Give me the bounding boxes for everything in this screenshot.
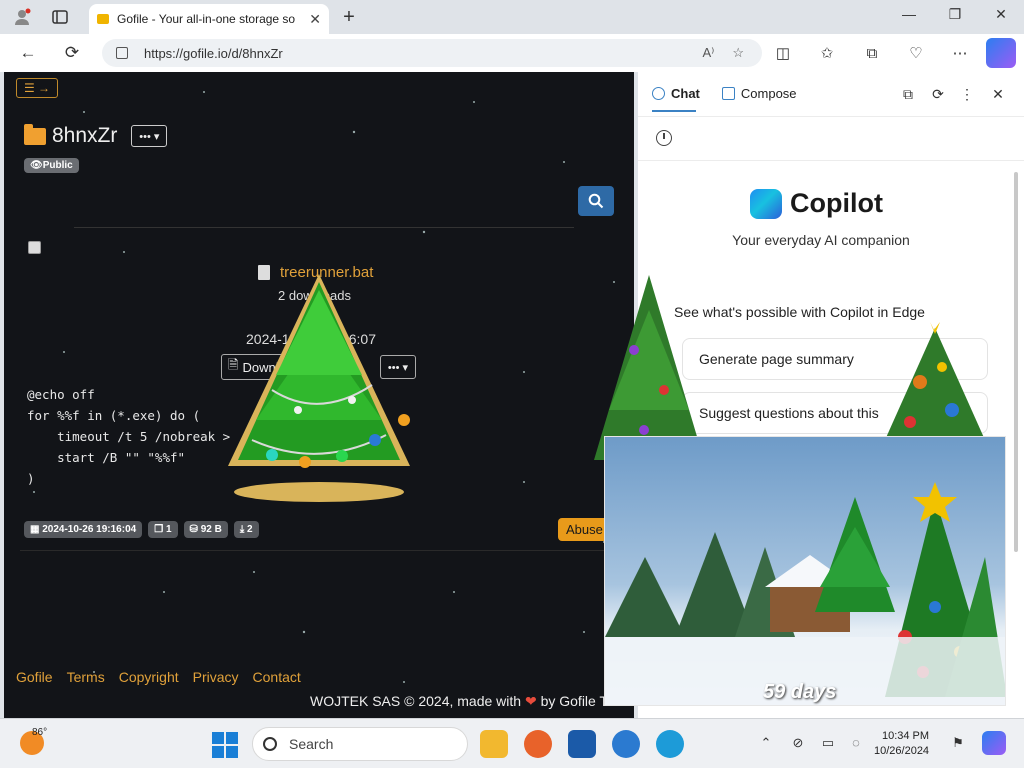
notification-icon[interactable]: ⚑ — [948, 735, 968, 751]
gofile-favicon — [97, 14, 109, 24]
days-countdown: 59 days — [763, 681, 837, 703]
read-aloud-icon[interactable]: A⁾ — [702, 45, 714, 61]
minimize-icon[interactable]: — — [895, 6, 923, 22]
meta-date-badge: ▦ 2024-10-26 19:16:04 — [24, 521, 143, 538]
card-border — [20, 550, 620, 551]
divider — [74, 227, 574, 228]
compose-icon — [721, 87, 735, 100]
settings-more-icon[interactable]: ⋯ — [949, 43, 971, 63]
open-in-new-icon[interactable]: ⧉ — [898, 86, 918, 103]
display-icon[interactable]: ▭ — [818, 735, 838, 751]
new-tab-icon[interactable]: + — [337, 6, 361, 28]
tab-actions-icon[interactable] — [48, 6, 72, 28]
code-line: ) — [27, 471, 35, 486]
footer-links: Gofile Terms Copyright Privacy Contact — [16, 669, 301, 685]
copilot-tabs: Chat Compose — [652, 86, 797, 101]
close-window-icon[interactable]: ✕ — [987, 6, 1015, 23]
file-explorer-icon[interactable] — [480, 730, 508, 758]
heart-icon: ❤ — [524, 693, 537, 709]
copilot-title: Copilot — [790, 188, 883, 218]
select-all-checkbox[interactable] — [28, 241, 41, 254]
tab-chat[interactable]: Chat — [652, 86, 700, 101]
folder-icon — [24, 123, 46, 145]
footer-link-privacy[interactable]: Privacy — [193, 669, 239, 685]
edge-icon[interactable] — [656, 730, 684, 758]
sidebar-toggle-button[interactable]: ☰ → — [16, 78, 58, 98]
folder-meta-row: ▦ 2024-10-26 19:16:04 ❐ 1 ⛁ 92 B ⤓ 2 — [24, 521, 259, 538]
meta-files-badge: ❐ 1 — [148, 521, 178, 538]
collections-icon[interactable]: ⧉ — [861, 43, 883, 63]
url-field[interactable]: https://gofile.io/d/8hnxZr A⁾ ☆ — [102, 39, 762, 67]
volume-icon[interactable]: ◌ — [846, 735, 866, 750]
code-line: for %%f in (*.exe) do ( — [27, 408, 201, 423]
tab-gofile[interactable]: Gofile - Your all-in-one storage so ✕ — [89, 4, 329, 34]
restore-icon[interactable]: ❐ — [941, 6, 969, 23]
copilot-taskbar-icon[interactable] — [982, 731, 1006, 755]
panel-more-icon[interactable]: ⋮ — [957, 86, 977, 103]
code-line: start /B "" "%%f" — [27, 450, 186, 465]
panel-close-icon[interactable]: ✕ — [988, 86, 1008, 103]
christmas-tree-decoration-right — [885, 322, 985, 440]
copyright-text: WOJTEK SAS © 2024, made with ❤ by Gofile… — [310, 693, 634, 709]
split-screen-icon[interactable]: ◫ — [772, 43, 794, 63]
search-button[interactable] — [578, 186, 614, 216]
christmas-tree-overlay — [228, 274, 410, 502]
christmas-countdown-overlay: 59 days — [604, 436, 1006, 706]
active-tab-underline — [652, 110, 696, 112]
time: 10:34 PM — [881, 730, 930, 742]
store-icon[interactable] — [568, 730, 596, 758]
url-text: https://gofile.io/d/8hnxZr — [144, 45, 283, 61]
temperature: 86° — [32, 727, 48, 738]
favorites-icon[interactable]: ✩ — [816, 43, 838, 63]
firefox-icon[interactable] — [524, 730, 552, 758]
footer-link-terms[interactable]: Terms — [67, 669, 105, 685]
taskbar: 86° Search ⌃ ⊘ ▭ ◌ 10:34 PM 10/26/2024 ⚑ — [0, 718, 1024, 768]
copilot-subtitle: Your everyday AI companion — [732, 232, 910, 248]
copilot-toolbar-icon[interactable] — [986, 38, 1016, 68]
clock[interactable]: 10:34 PM 10/26/2024 — [874, 729, 929, 759]
close-tab-icon[interactable]: ✕ — [309, 11, 321, 28]
meta-size-badge: ⛁ 92 B — [183, 521, 228, 538]
taskbar-search-box[interactable]: Search — [252, 727, 468, 761]
search-label: Search — [289, 736, 334, 752]
history-icon[interactable] — [656, 130, 672, 146]
search-icon — [588, 193, 604, 209]
folder-options-button[interactable]: ••• ▾ — [131, 125, 168, 147]
address-bar-row: ← ⟳ https://gofile.io/d/8hnxZr A⁾ ☆ ◫ ✩ … — [0, 34, 1024, 72]
winter-scene — [605, 482, 1005, 705]
copilot-heading: Copilot — [750, 188, 883, 219]
file-preview-code: @echo off for %%f in (*.exe) do ( timeout… — [27, 384, 230, 489]
date: 10/26/2024 — [874, 745, 930, 757]
panel-divider — [638, 160, 1024, 161]
tab-title: Gofile - Your all-in-one storage so — [117, 12, 296, 26]
tab-compose[interactable]: Compose — [721, 86, 797, 101]
visibility-badge: 👁Public — [24, 158, 79, 173]
network-icon[interactable]: ⊘ — [788, 735, 808, 751]
browser-essentials-icon[interactable]: ♡ — [905, 43, 927, 63]
folder-name: 8hnxZr — [52, 124, 118, 147]
search-icon — [263, 737, 277, 751]
tab-bar: Gofile - Your all-in-one storage so ✕ + … — [0, 0, 1024, 34]
start-menu-icon[interactable] — [212, 732, 238, 758]
profile-icon[interactable] — [10, 6, 34, 28]
footer-link-contact[interactable]: Contact — [253, 669, 301, 685]
folder-header: 8hnxZr ••• ▾ — [24, 123, 168, 148]
footer-link-copyright[interactable]: Copyright — [119, 669, 179, 685]
back-icon[interactable]: ← — [16, 42, 40, 64]
code-line: @echo off — [27, 387, 95, 402]
panel-divider — [638, 116, 1024, 117]
favorite-star-icon[interactable]: ☆ — [732, 45, 744, 61]
code-line: timeout /t 5 /nobreak > — [27, 429, 231, 444]
chat-icon — [652, 87, 665, 100]
lock-icon — [116, 47, 128, 59]
browser-app-icon[interactable] — [612, 730, 640, 758]
copilot-logo-icon — [750, 188, 782, 219]
refresh-icon[interactable]: ⟳ — [60, 42, 84, 64]
footer-link-gofile[interactable]: Gofile — [16, 669, 53, 685]
eye-icon: 👁 — [30, 160, 43, 171]
panel-refresh-icon[interactable]: ⟳ — [928, 86, 948, 103]
tray-chevron-icon[interactable]: ⌃ — [756, 735, 776, 751]
meta-downloads-badge: ⤓ 2 — [233, 521, 259, 538]
panel-scrollbar[interactable] — [1014, 172, 1018, 552]
